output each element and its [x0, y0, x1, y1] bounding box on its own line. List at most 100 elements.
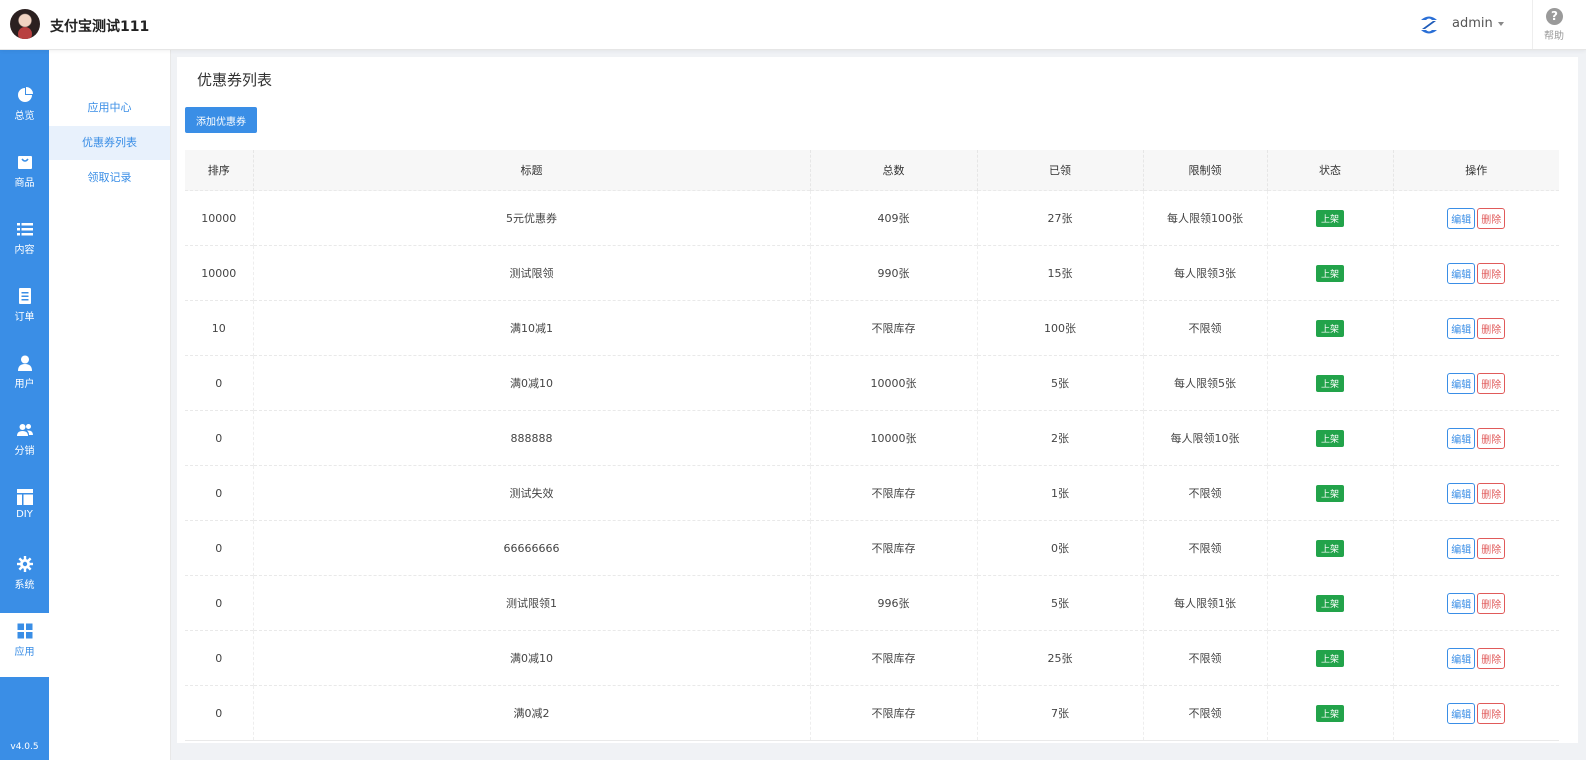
cell-sort: 10000 [185, 245, 253, 301]
cell-total: 不限库存 [809, 520, 977, 576]
delete-button[interactable]: 删除 [1477, 427, 1506, 449]
sidebar-item-users[interactable]: 用户 [0, 345, 49, 409]
edit-button[interactable]: 编辑 [1447, 592, 1476, 614]
sidebar-item-goods[interactable]: 商品 [0, 144, 49, 208]
table-row: 0 满0减10 10000张 5张 每人限领5张 上架 编辑 删除 [185, 355, 1559, 411]
table-row: 10000 5元优惠券 409张 27张 每人限领100张 上架 编辑 删除 [185, 190, 1559, 246]
cell-claimed: 27张 [976, 190, 1143, 246]
add-coupon-button[interactable]: 添加优惠券 [185, 107, 257, 133]
cell-claimed: 5张 [976, 575, 1143, 631]
cell-sort: 0 [185, 575, 253, 631]
cell-status: 上架 [1266, 355, 1393, 411]
delete-button[interactable]: 删除 [1477, 262, 1506, 284]
sidebar-item-label: 商品 [14, 178, 35, 189]
delete-button[interactable]: 删除 [1477, 702, 1506, 724]
sidebar-item-overview[interactable]: 总览 [0, 77, 49, 141]
pie-chart-icon [17, 87, 33, 102]
sidebar-item-label: 内容 [14, 245, 35, 256]
cell-actions: 编辑 删除 [1392, 190, 1559, 246]
status-badge: 上架 [1315, 264, 1344, 282]
delete-button[interactable]: 删除 [1477, 592, 1506, 614]
edit-button[interactable]: 编辑 [1447, 427, 1476, 449]
cell-limit: 不限领 [1142, 465, 1267, 521]
sidebar-item-diy[interactable]: DIY [0, 479, 49, 543]
cell-status: 上架 [1266, 630, 1393, 686]
sidebar-item-apps[interactable]: 应用 [0, 613, 49, 677]
table-row: 0 满0减10 不限库存 25张 不限领 上架 编辑 删除 [185, 630, 1559, 686]
subnav-item-claim-records[interactable]: 领取记录 [49, 161, 170, 195]
edit-button[interactable]: 编辑 [1447, 702, 1476, 724]
help-link[interactable]: 帮助 [1544, 27, 1564, 42]
cell-sort: 0 [185, 355, 253, 411]
delete-button[interactable]: 删除 [1477, 482, 1506, 504]
status-badge: 上架 [1315, 594, 1344, 612]
shopping-bag-icon [17, 156, 32, 169]
column-header-sort: 排序 [185, 150, 253, 191]
status-badge: 上架 [1315, 209, 1344, 227]
cell-sort: 10 [185, 300, 253, 356]
cell-limit: 每人限领100张 [1142, 190, 1267, 246]
delete-button[interactable]: 删除 [1477, 647, 1506, 669]
delete-button[interactable]: 删除 [1477, 372, 1506, 394]
cell-sort: 0 [185, 410, 253, 466]
store-avatar[interactable] [10, 9, 40, 39]
gear-icon [16, 556, 33, 572]
cell-status: 上架 [1266, 575, 1393, 631]
store-name: 支付宝测试111 [50, 19, 150, 35]
cell-actions: 编辑 删除 [1392, 520, 1559, 576]
sidebar-item-content[interactable]: 内容 [0, 211, 49, 275]
edit-button[interactable]: 编辑 [1447, 207, 1476, 229]
cell-status: 上架 [1266, 245, 1393, 301]
cell-title: 满10减1 [252, 300, 810, 356]
subnav-item-app-center[interactable]: 应用中心 [49, 91, 170, 125]
cell-limit: 不限领 [1142, 300, 1267, 356]
delete-button[interactable]: 删除 [1477, 537, 1506, 559]
cell-sort: 0 [185, 630, 253, 686]
cell-total: 不限库存 [809, 630, 977, 686]
sidebar-item-label: 应用 [14, 647, 35, 658]
edit-button[interactable]: 编辑 [1447, 482, 1476, 504]
cell-total: 不限库存 [809, 685, 977, 741]
status-badge: 上架 [1315, 649, 1344, 667]
chevron-down-icon[interactable] [1498, 22, 1504, 26]
cell-limit: 每人限领5张 [1142, 355, 1267, 411]
users-icon [16, 424, 33, 436]
cell-claimed: 2张 [976, 410, 1143, 466]
grid-icon [17, 623, 32, 639]
sidebar-item-orders[interactable]: 订单 [0, 278, 49, 342]
status-badge: 上架 [1315, 704, 1344, 722]
delete-button[interactable]: 删除 [1477, 317, 1506, 339]
cell-claimed: 0张 [976, 520, 1143, 576]
sidebar-item-distribution[interactable]: 分销 [0, 412, 49, 476]
table-row: 0 888888 10000张 2张 每人限领10张 上架 编辑 删除 [185, 410, 1559, 466]
table-row: 0 满0减2 不限库存 7张 不限领 上架 编辑 删除 [185, 685, 1559, 741]
version-label: v4.0.5 [10, 742, 39, 752]
sidebar-item-system[interactable]: 系统 [0, 546, 49, 610]
cell-limit: 每人限领10张 [1142, 410, 1267, 466]
column-header-title: 标题 [252, 150, 810, 191]
edit-button[interactable]: 编辑 [1447, 647, 1476, 669]
cell-status: 上架 [1266, 300, 1393, 356]
cell-total: 不限库存 [809, 300, 977, 356]
sidebar-item-label: 系统 [14, 580, 35, 591]
cell-actions: 编辑 删除 [1392, 575, 1559, 631]
content-panel: 优惠券列表 添加优惠券 排序 标题 总数 已领 限制领 状态 操作 10000 5… [177, 57, 1578, 743]
edit-button[interactable]: 编辑 [1447, 372, 1476, 394]
table-header-row: 排序 标题 总数 已领 限制领 状态 操作 [185, 150, 1559, 191]
cell-claimed: 5张 [976, 355, 1143, 411]
admin-user-menu[interactable]: admin [1452, 16, 1493, 31]
subnav-item-coupon-list[interactable]: 优惠券列表 [49, 126, 170, 160]
edit-button[interactable]: 编辑 [1447, 537, 1476, 559]
help-icon[interactable]: ? [1546, 8, 1563, 25]
edit-button[interactable]: 编辑 [1447, 262, 1476, 284]
delete-button[interactable]: 删除 [1477, 207, 1506, 229]
cell-actions: 编辑 删除 [1392, 245, 1559, 301]
cell-status: 上架 [1266, 520, 1393, 576]
cell-title: 888888 [252, 410, 810, 466]
edit-button[interactable]: 编辑 [1447, 317, 1476, 339]
cell-limit: 不限领 [1142, 630, 1267, 686]
cell-title: 满0减10 [252, 630, 810, 686]
cell-sort: 0 [185, 520, 253, 576]
cell-limit: 不限领 [1142, 520, 1267, 576]
cell-claimed: 7张 [976, 685, 1143, 741]
